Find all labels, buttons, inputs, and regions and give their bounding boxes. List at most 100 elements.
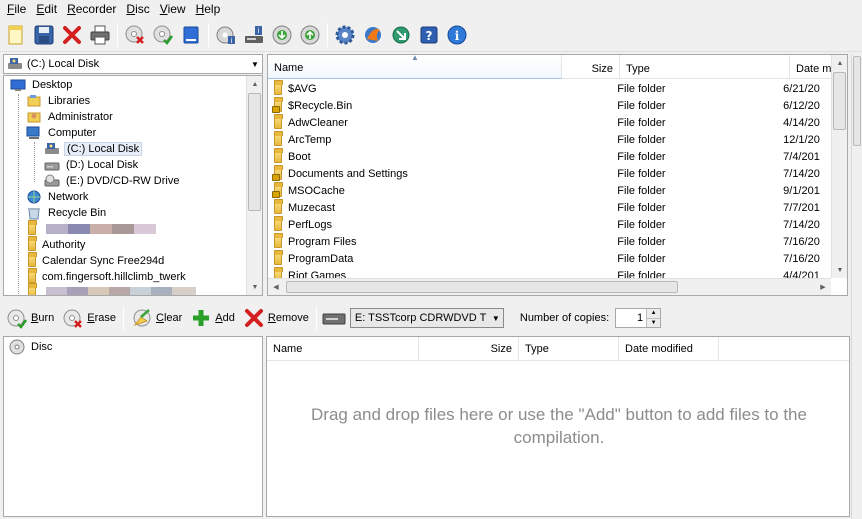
tree-item-libraries[interactable]: Libraries <box>26 93 92 109</box>
column-type[interactable]: Type <box>620 55 790 79</box>
disc-info-button[interactable]: i <box>213 22 239 48</box>
scroll-down-icon[interactable]: ▼ <box>832 262 847 278</box>
tree-item-authority[interactable]: Authority <box>28 236 87 253</box>
file-list-vscroll-thumb[interactable] <box>833 72 846 130</box>
tree-scroll-thumb[interactable] <box>248 93 261 211</box>
file-date-cell: 9/1/201 <box>783 184 820 197</box>
scroll-down-icon[interactable]: ▼ <box>247 279 262 295</box>
erase-button[interactable]: Erase <box>58 305 120 331</box>
scroll-left-icon[interactable]: ◀ <box>268 279 284 295</box>
scroll-up-icon[interactable]: ▲ <box>247 76 262 92</box>
clear-button[interactable]: Clear <box>127 305 186 331</box>
file-row[interactable]: Muzecast File folder 7/7/201 <box>268 198 828 216</box>
drive-info-button[interactable]: i <box>241 22 267 48</box>
file-row[interactable]: MSOCache File folder 9/1/201 <box>268 181 828 199</box>
file-row[interactable]: ArcTemp File folder 12/1/20 <box>268 130 828 148</box>
column-size[interactable]: Size <box>562 55 620 79</box>
new-compilation-button[interactable] <box>3 22 29 48</box>
scroll-right-icon[interactable]: ▶ <box>815 279 831 295</box>
tree-item-c-drive[interactable]: (C:) Local Disk <box>44 141 143 157</box>
folder-icon <box>274 79 283 95</box>
compilation-column-type[interactable]: Type <box>519 337 619 361</box>
copies-value[interactable]: 1 <box>637 312 646 324</box>
menu-help[interactable]: Help <box>191 0 226 18</box>
window-scroll-thumb[interactable] <box>853 56 861 146</box>
file-name-cell: MSOCache <box>268 181 555 198</box>
compilation-column-name[interactable]: Name <box>267 337 419 361</box>
about-button[interactable]: i <box>444 22 470 48</box>
add-button[interactable]: Add <box>186 305 239 331</box>
file-row[interactable]: Program Files File folder 7/16/20 <box>268 232 828 250</box>
menu-edit[interactable]: Edit <box>31 0 62 18</box>
erase-disc-button[interactable] <box>122 22 148 48</box>
toolbar-separator <box>315 306 317 330</box>
remove-button[interactable]: Remove <box>239 305 313 331</box>
compilation-list[interactable]: Name Size Type Date modified Drag and dr… <box>266 336 850 517</box>
folder-icon <box>274 147 283 163</box>
tree-item-e-drive[interactable]: (E:) DVD/CD-RW Drive <box>44 173 181 189</box>
file-row[interactable]: Boot File folder 7/4/201 <box>268 147 828 165</box>
spin-up-icon[interactable]: ▲ <box>647 309 661 319</box>
copies-stepper[interactable]: 1 ▲ ▼ <box>615 308 662 328</box>
tree-item-d-drive[interactable]: (D:) Local Disk <box>44 157 140 173</box>
tree-item-hillclimb[interactable]: com.fingersoft.hillclimb_twerk <box>28 268 188 285</box>
tree-item-desktop[interactable]: Desktop <box>10 77 74 93</box>
column-name[interactable]: ▲ Name <box>268 55 562 79</box>
settings-button[interactable] <box>332 22 358 48</box>
file-type-cell: File folder <box>617 201 666 214</box>
menu-file[interactable]: File <box>2 0 31 18</box>
file-list-hscrollbar[interactable]: ◀ ▶ <box>268 278 831 295</box>
chevron-down-icon[interactable]: ▼ <box>248 55 262 73</box>
save-button[interactable] <box>31 22 57 48</box>
disc-download-button[interactable] <box>269 22 295 48</box>
copies-label: Number of copies: <box>519 312 610 324</box>
burn-button[interactable]: Burn <box>2 305 58 331</box>
tree-item-blurred-folder[interactable] <box>28 220 156 237</box>
folder-icon <box>28 268 37 283</box>
menu-view[interactable]: View <box>155 0 191 18</box>
tree-item-calendar-sync[interactable]: Calendar Sync Free294d <box>28 252 166 269</box>
compilation-column-size[interactable]: Size <box>419 337 519 361</box>
disc-upload-button[interactable] <box>297 22 323 48</box>
scroll-up-icon[interactable]: ▲ <box>832 55 847 71</box>
disc-root-item[interactable]: Disc <box>9 339 54 355</box>
delete-button[interactable] <box>59 22 85 48</box>
tree-item-recycle-bin[interactable]: Recycle Bin <box>26 205 108 221</box>
file-row[interactable]: AdwCleaner File folder 4/14/20 <box>268 113 828 131</box>
menu-disc[interactable]: Disc <box>121 0 154 18</box>
tree-item-computer[interactable]: Computer <box>26 125 98 141</box>
toolbar-separator <box>208 22 209 47</box>
file-list-vscrollbar[interactable]: ▲ ▼ <box>831 55 847 278</box>
file-name-cell: ProgramData <box>268 249 555 265</box>
file-type-cell: File folder <box>617 252 666 265</box>
chevron-down-icon[interactable]: ▼ <box>489 309 503 327</box>
print-button[interactable] <box>87 22 113 48</box>
window-scrollbar[interactable] <box>851 54 862 519</box>
menu-recorder[interactable]: Recorder <box>62 0 121 18</box>
burn-disc-button[interactable] <box>150 22 176 48</box>
compilation-column-date-modified[interactable]: Date modified <box>619 337 719 361</box>
help-button[interactable]: ? <box>416 22 442 48</box>
main-toolbar: i i ? i <box>0 18 862 52</box>
drive-select[interactable]: (C:) Local Disk ▼ <box>3 54 263 74</box>
file-row[interactable]: PerfLogs File folder 7/14/20 <box>268 215 828 233</box>
desktop-icon <box>10 79 26 91</box>
file-row[interactable]: ProgramData File folder 7/16/20 <box>268 249 828 267</box>
tree-item-network[interactable]: Network <box>26 189 90 205</box>
file-row[interactable]: $AVG File folder 6/21/20 <box>268 79 828 97</box>
file-row[interactable]: Documents and Settings File folder 7/14/20 <box>268 164 828 182</box>
file-type-cell: File folder <box>617 82 666 95</box>
folder-icon <box>274 249 283 265</box>
update-button[interactable] <box>388 22 414 48</box>
spin-down-icon[interactable]: ▼ <box>647 318 661 327</box>
recorder-select[interactable]: E: TSSTcorp CDRWDVD T ▼ <box>349 308 504 328</box>
eject-button[interactable] <box>178 22 204 48</box>
file-list-hscroll-thumb[interactable] <box>286 281 678 293</box>
tree-scrollbar[interactable]: ▲ ▼ <box>246 76 262 295</box>
libraries-icon <box>27 95 41 107</box>
tree-item-administrator[interactable]: Administrator <box>26 109 115 125</box>
web-button[interactable] <box>360 22 386 48</box>
file-row[interactable]: $Recycle.Bin File folder 6/12/20 <box>268 96 828 114</box>
locked-folder-icon <box>272 96 283 113</box>
tree-item-blurred-folder-2[interactable] <box>28 283 196 295</box>
